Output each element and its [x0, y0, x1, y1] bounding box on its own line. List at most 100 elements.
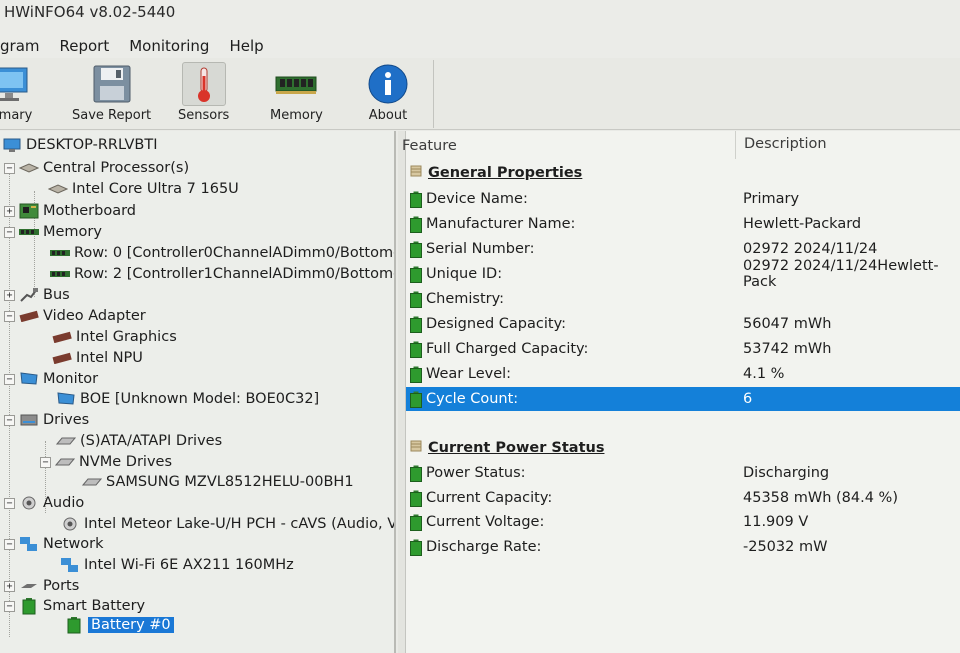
tree-item-cpu[interactable]: − Central Processor(s) [4, 158, 189, 178]
column-header-description[interactable]: Description [744, 131, 827, 159]
battery-icon [410, 266, 422, 283]
feature-cell: Device Name: [410, 191, 528, 208]
graphics-card-icon [19, 308, 39, 324]
feature-cell: Current Voltage: [410, 514, 545, 531]
detail-row[interactable]: Manufacturer Name: Hewlett-Packard [406, 212, 960, 236]
section-general-properties[interactable]: General Properties [406, 161, 960, 185]
tree-item-video-adapter[interactable]: − Video Adapter [4, 306, 146, 326]
battery-icon [410, 490, 422, 507]
tree-label: Intel Meteor Lake-U/H PCH - cAVS (Audio,… [84, 516, 396, 532]
detail-row[interactable]: Device Name: Primary [406, 187, 960, 211]
battery-icon [410, 514, 422, 531]
detail-row[interactable]: Full Charged Capacity: 53742 mWh [406, 337, 960, 361]
memory-module-icon [19, 224, 39, 240]
collapse-icon[interactable]: − [4, 414, 15, 426]
collapse-icon[interactable]: − [4, 373, 15, 385]
section-label: General Properties [428, 165, 583, 181]
title-bar: HWiNFO64 v8.02-5440 [0, 0, 960, 30]
save-report-button[interactable]: Save Report [72, 62, 151, 123]
tree-item-intel-npu[interactable]: Intel NPU [52, 348, 143, 368]
detail-row[interactable]: Unique ID: 02972 2024/11/24Hewlett-Pack [406, 258, 960, 290]
collapse-icon[interactable]: − [4, 497, 15, 509]
feature-label: Cycle Count: [426, 391, 519, 407]
about-button[interactable]: About [366, 62, 410, 123]
battery-icon [410, 291, 422, 308]
tree-label: Smart Battery [43, 598, 146, 614]
tree-item-monitor[interactable]: − Monitor [4, 369, 98, 389]
battery-icon [410, 316, 422, 333]
detail-row[interactable]: Designed Capacity: 56047 mWh [406, 312, 960, 336]
menu-help[interactable]: Help [229, 37, 263, 58]
detail-row[interactable]: Wear Level: 4.1 % [406, 362, 960, 386]
collapse-icon[interactable]: − [4, 226, 15, 238]
tree-item-cpu-model[interactable]: Intel Core Ultra 7 165U [48, 179, 239, 199]
menu-monitoring[interactable]: Monitoring [129, 37, 209, 58]
detail-row[interactable]: Current Voltage: 11.909 V [406, 510, 960, 534]
tree-item-motherboard[interactable]: + Motherboard [4, 201, 136, 221]
tree-item-monitor-model[interactable]: BOE [Unknown Model: BOE0C32] [56, 389, 319, 409]
tree-item-smart-battery[interactable]: − Smart Battery [4, 596, 145, 616]
tree-item-memory-row-0[interactable]: Row: 0 [Controller0ChannelADimm0/Bottom-… [50, 243, 396, 263]
collapse-icon[interactable]: − [4, 538, 15, 550]
tree-label: Drives [43, 412, 90, 428]
menu-program[interactable]: gram [0, 37, 40, 58]
tree-label: (S)ATA/ATAPI Drives [80, 433, 223, 449]
expand-icon[interactable]: + [4, 205, 15, 217]
pane-splitter[interactable] [398, 131, 406, 653]
battery-icon [410, 366, 422, 383]
tree-item-drives[interactable]: − Drives [4, 410, 89, 430]
menu-report[interactable]: Report [60, 37, 110, 58]
tree-item-network[interactable]: − Network [4, 534, 104, 554]
column-header-feature[interactable]: Feature [402, 131, 457, 161]
motherboard-icon [19, 203, 39, 219]
tree-label: Row: 0 [Controller0ChannelADimm0/Bottom-… [74, 245, 396, 261]
section-current-power-status[interactable]: Current Power Status [406, 436, 960, 460]
thermometer-icon [181, 62, 226, 106]
tree-label: NVMe Drives [79, 454, 173, 470]
tree-item-nvme-model[interactable]: SAMSUNG MZVL8512HELU-00BH1 [82, 472, 354, 492]
tree-item-intel-graphics[interactable]: Intel Graphics [52, 327, 177, 347]
battery-icon [410, 191, 422, 208]
expand-icon[interactable]: + [4, 580, 15, 592]
device-tree[interactable]: DESKTOP-RRLVBTI − Central Processor(s) I… [0, 131, 396, 653]
collapse-icon[interactable]: − [4, 600, 15, 612]
summary-button[interactable]: mmary [0, 62, 32, 123]
network-icon [60, 557, 80, 573]
window-title: HWiNFO64 v8.02-5440 [4, 3, 176, 21]
tree-item-bus[interactable]: + Bus [4, 285, 70, 305]
detail-row[interactable]: Chemistry: [406, 287, 960, 311]
tree-item-memory[interactable]: − Memory [4, 222, 102, 242]
detail-row[interactable]: Current Capacity: 45358 mWh (84.4 %) [406, 486, 960, 510]
tree-item-nvme-drives[interactable]: − NVMe Drives [40, 452, 172, 472]
tree-label: SAMSUNG MZVL8512HELU-00BH1 [106, 474, 354, 490]
save-report-label: Save Report [72, 108, 152, 123]
tree-item-wifi-adapter[interactable]: Intel Wi-Fi 6E AX211 160MHz [60, 555, 294, 575]
memory-module-icon [50, 266, 70, 282]
memory-button[interactable]: Memory [270, 62, 323, 123]
tree-label: Intel Graphics [76, 329, 177, 345]
detail-row[interactable]: Power Status: Discharging [406, 461, 960, 485]
tree-item-root[interactable]: DESKTOP-RRLVBTI [2, 135, 157, 155]
expand-icon[interactable]: + [4, 289, 15, 301]
feature-label: Chemistry: [426, 291, 505, 307]
collapse-icon[interactable]: − [4, 162, 15, 174]
value-cell: Discharging [743, 465, 830, 481]
feature-cell: Discharge Rate: [410, 539, 541, 556]
feature-label: Current Voltage: [426, 514, 545, 530]
tree-item-ports[interactable]: + Ports [4, 576, 79, 596]
battery-icon [410, 341, 422, 358]
feature-label: Power Status: [426, 465, 526, 481]
detail-row[interactable]: Cycle Count: 6 [406, 387, 960, 411]
tree-item-sata-drives[interactable]: (S)ATA/ATAPI Drives [56, 431, 222, 451]
tree-item-audio[interactable]: − Audio [4, 493, 84, 513]
battery-icon [64, 617, 84, 634]
column-divider[interactable] [735, 131, 736, 159]
sensors-button[interactable]: Sensors [178, 62, 229, 123]
detail-row[interactable]: Discharge Rate: -25032 mW [406, 535, 960, 559]
detail-pane: Feature Description General Properties De… [398, 131, 960, 653]
collapse-icon[interactable]: − [40, 456, 51, 468]
collapse-icon[interactable]: − [4, 310, 15, 322]
tree-item-memory-row-2[interactable]: Row: 2 [Controller1ChannelADimm0/Bottom-… [50, 264, 394, 284]
tree-item-audio-device[interactable]: Intel Meteor Lake-U/H PCH - cAVS (Audio,… [60, 514, 396, 534]
tree-item-battery-0[interactable]: Battery #0 [64, 615, 174, 635]
